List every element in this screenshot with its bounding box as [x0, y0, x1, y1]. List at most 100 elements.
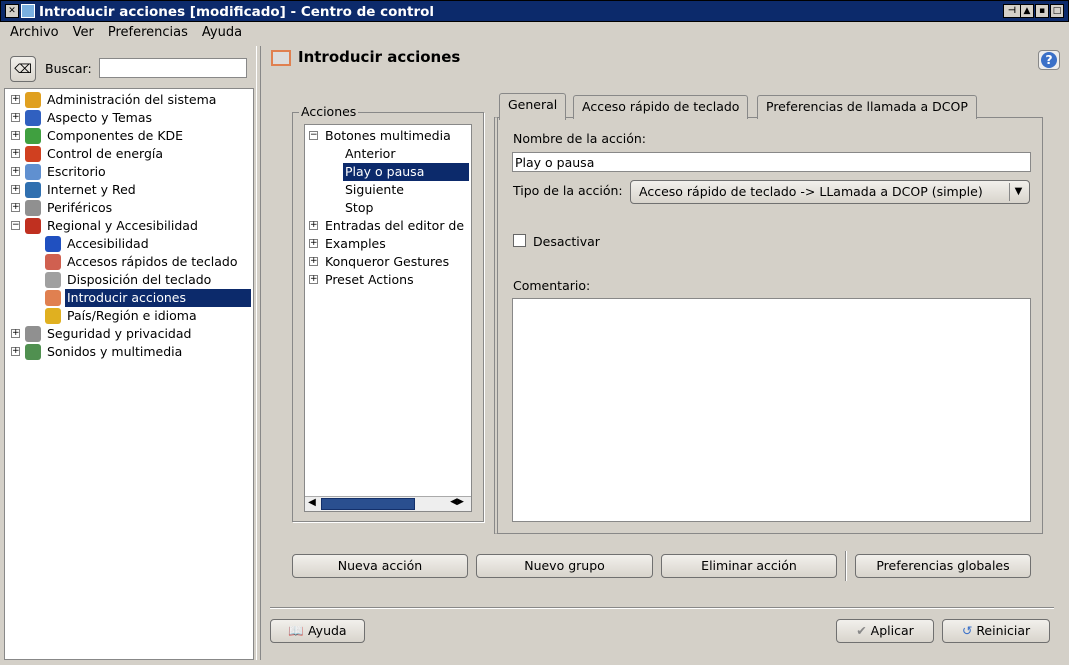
tree-item-label: Componentes de KDE — [47, 128, 184, 143]
category-icon — [25, 146, 41, 162]
expand-icon[interactable]: + — [11, 203, 20, 212]
app-icon — [21, 4, 35, 18]
category-item[interactable]: + Administración del sistema — [5, 91, 253, 109]
tree-item-label: País/Región e idioma — [67, 308, 197, 323]
expand-icon[interactable]: + — [11, 167, 20, 176]
collapse-icon[interactable]: − — [309, 131, 318, 140]
category-item[interactable]: + Componentes de KDE — [5, 127, 253, 145]
scroll-left-icon[interactable]: ◀ — [305, 497, 319, 511]
new-action-button[interactable]: Nueva acción — [292, 554, 468, 578]
tab-keyboard-shortcut[interactable]: Acceso rápido de teclado — [573, 95, 749, 119]
action-item[interactable]: Stop — [305, 199, 471, 217]
category-item[interactable]: + Aspecto y Temas — [5, 109, 253, 127]
expand-icon[interactable]: + — [309, 257, 318, 266]
expand-icon[interactable]: + — [11, 131, 20, 140]
category-item[interactable]: Introducir acciones — [5, 289, 253, 307]
category-item[interactable]: + Control de energía — [5, 145, 253, 163]
reset-button[interactable]: ↺ Reiniciar — [942, 619, 1050, 643]
menu-archivo[interactable]: Archivo — [10, 22, 59, 44]
help-button[interactable]: ? — [1038, 50, 1060, 70]
tab-dcop-preferences[interactable]: Preferencias de llamada a DCOP — [757, 95, 977, 119]
expand-icon[interactable]: + — [11, 149, 20, 158]
tree-item-label: Seguridad y privacidad — [47, 326, 192, 341]
action-item[interactable]: Anterior — [305, 145, 471, 163]
category-item[interactable]: + Internet y Red — [5, 181, 253, 199]
minimize-icon[interactable]: ▪ — [1035, 4, 1049, 18]
scroll-right-icon[interactable]: ◀▶ — [443, 497, 471, 511]
comment-label: Comentario: — [513, 278, 591, 293]
type-label: Tipo de la acción: — [513, 183, 623, 198]
help-label: Ayuda — [307, 623, 347, 638]
category-icon — [25, 344, 41, 360]
category-item[interactable]: + Sonidos y multimedia — [5, 343, 253, 361]
action-item[interactable]: + Preset Actions — [305, 271, 471, 289]
expand-icon[interactable]: + — [11, 347, 20, 356]
expand-icon[interactable]: + — [309, 275, 318, 284]
action-type-select[interactable]: Acceso rápido de teclado -> LLamada a DC… — [630, 180, 1030, 204]
expand-icon[interactable]: + — [11, 95, 20, 104]
clear-search-button[interactable]: ⌫ — [10, 56, 36, 82]
delete-action-button[interactable]: Eliminar acción — [661, 554, 837, 578]
tree-item-label: Konqueror Gestures — [325, 254, 450, 269]
dropdown-arrow-icon: ▼ — [1009, 183, 1027, 201]
category-item[interactable]: + Periféricos — [5, 199, 253, 217]
tree-item-label: Regional y Accesibilidad — [47, 218, 198, 233]
collapse-icon[interactable]: − — [11, 221, 20, 230]
expand-icon[interactable]: + — [11, 329, 20, 338]
disable-checkbox[interactable] — [513, 234, 526, 247]
splitter[interactable] — [256, 46, 261, 660]
category-icon — [45, 272, 61, 288]
menu-ayuda[interactable]: Ayuda — [202, 22, 242, 44]
tree-item-label: Play o pausa — [343, 163, 469, 181]
expand-icon[interactable]: + — [309, 239, 318, 248]
title-bar: ✕ Introducir acciones [modificado] - Cen… — [0, 0, 1069, 22]
tab-general[interactable]: General — [499, 93, 567, 120]
tree-item-label: Botones multimedia — [325, 128, 451, 143]
category-icon — [25, 164, 41, 180]
tree-item-label: Introducir acciones — [65, 289, 251, 307]
category-icon — [25, 182, 41, 198]
action-item[interactable]: + Examples — [305, 235, 471, 253]
menu-ver[interactable]: Ver — [73, 22, 94, 44]
apply-button[interactable]: ✔ Aplicar — [836, 619, 934, 643]
category-item[interactable]: + Seguridad y privacidad — [5, 325, 253, 343]
help-footer-button[interactable]: 📖 Ayuda — [270, 619, 365, 643]
shade-icon[interactable]: ▲ — [1020, 4, 1034, 18]
category-item[interactable]: País/Región e idioma — [5, 307, 253, 325]
comment-textarea[interactable] — [512, 298, 1031, 522]
tree-item-label: Internet y Red — [47, 182, 136, 197]
menu-preferencias[interactable]: Preferencias — [108, 22, 188, 44]
action-name-input[interactable] — [512, 152, 1031, 172]
search-input[interactable] — [99, 58, 247, 78]
category-item[interactable]: + Escritorio — [5, 163, 253, 181]
scrollbar-thumb[interactable] — [321, 498, 415, 510]
footer-divider — [270, 607, 1054, 609]
expand-icon[interactable]: + — [11, 113, 20, 122]
close-icon[interactable]: ✕ — [5, 4, 19, 18]
category-icon — [25, 200, 41, 216]
action-item[interactable]: Play o pausa — [305, 163, 471, 181]
page-title: Introducir acciones — [298, 48, 461, 66]
tree-item-label: Periféricos — [47, 200, 113, 215]
category-item[interactable]: Disposición del teclado — [5, 271, 253, 289]
action-item[interactable]: + Entradas del editor de — [305, 217, 471, 235]
apply-label: Aplicar — [870, 623, 914, 638]
category-icon — [45, 254, 61, 270]
expand-icon[interactable]: + — [309, 221, 318, 230]
action-item[interactable]: − Botones multimedia — [305, 127, 471, 145]
maximize-icon[interactable]: □ — [1050, 4, 1064, 18]
category-tree: + Administración del sistema + Aspecto y Te… — [4, 88, 254, 660]
tree-item-label: Anterior — [345, 146, 396, 161]
category-item[interactable]: Accesibilidad — [5, 235, 253, 253]
action-item[interactable]: + Konqueror Gestures — [305, 253, 471, 271]
category-item[interactable]: − Regional y Accesibilidad — [5, 217, 253, 235]
horizontal-scrollbar[interactable]: ◀ ◀▶ — [305, 496, 471, 511]
disable-label: Desactivar — [533, 234, 600, 249]
new-group-button[interactable]: Nuevo grupo — [476, 554, 653, 578]
category-icon — [25, 326, 41, 342]
expand-icon[interactable]: + — [11, 185, 20, 194]
global-preferences-button[interactable]: Preferencias globales — [855, 554, 1031, 578]
sticky-icon[interactable]: ⊣ — [1003, 4, 1021, 18]
category-item[interactable]: Accesos rápidos de teclado — [5, 253, 253, 271]
action-item[interactable]: Siguiente — [305, 181, 471, 199]
